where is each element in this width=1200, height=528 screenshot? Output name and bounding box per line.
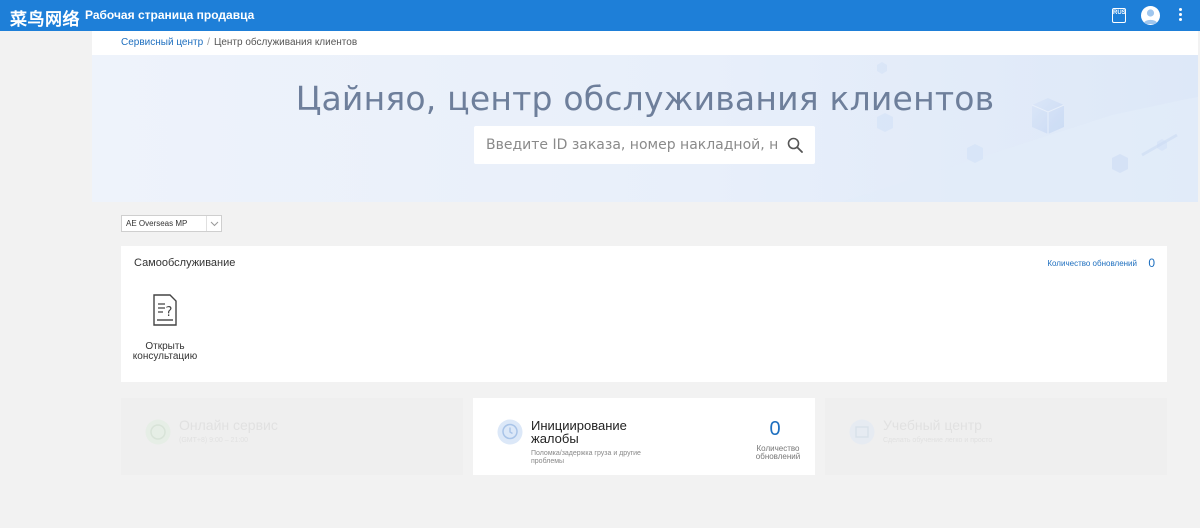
user-icon [1143, 9, 1158, 24]
decorative-cubes [842, 62, 1198, 202]
learning-center-card: Учебный центр Сделать обучение легко и п… [825, 398, 1167, 475]
user-avatar[interactable] [1141, 6, 1160, 25]
language-code: RUS [1113, 10, 1126, 16]
hero-title: Цайняо, центр обслуживания клиентов [295, 79, 995, 118]
complaint-subtitle: Поломка/задержка груза и другие проблемы [531, 450, 641, 465]
updates-count[interactable]: 0 [1148, 256, 1155, 270]
hero-banner: Цайняо, центр обслуживания клиентов [92, 55, 1198, 202]
search-box [474, 126, 815, 164]
business-type-select[interactable]: AE Overseas MP [121, 215, 222, 232]
online-service-icon [145, 419, 171, 445]
top-bar: 菜鸟网络 Рабочая страница продавца RUS [0, 0, 1200, 31]
complaint-updates-count[interactable]: 0 [763, 418, 787, 441]
language-switch-icon[interactable]: RUS [1112, 8, 1126, 23]
complaint-card[interactable]: Инициирование жалобы Поломка/задержка гр… [473, 398, 815, 475]
svg-text:?: ? [166, 305, 173, 320]
search-icon[interactable] [787, 137, 803, 153]
learning-center-title: Учебный центр [883, 417, 982, 433]
select-value: AE Overseas MP [126, 219, 188, 228]
breadcrumb: Сервисный центр / Центр обслуживания клиен… [92, 31, 1198, 55]
complaint-title: Инициирование жалобы [531, 418, 627, 446]
self-service-panel: Самообслуживание Количество обновлений 0… [121, 246, 1167, 382]
open-consultation-label: Открыть консультацию [132, 341, 198, 362]
online-service-hours: (GMT+8) 9:00 – 21:00 [179, 437, 249, 444]
online-service-card: Онлайн сервис (GMT+8) 9:00 – 21:00 [121, 398, 463, 475]
breadcrumb-current: Центр обслуживания клиентов [213, 37, 358, 48]
self-service-title: Самообслуживание [134, 257, 236, 269]
learning-center-icon [849, 419, 875, 445]
app-title: Рабочая страница продавца [85, 8, 255, 22]
updates-count-label: Количество обновлений [1047, 259, 1137, 268]
search-input[interactable] [474, 126, 779, 164]
online-service-title: Онлайн сервис [179, 417, 278, 433]
document-question-icon: ? [153, 294, 177, 326]
open-consultation-button[interactable]: ? Открыть консультацию [131, 293, 199, 362]
breadcrumb-service-center[interactable]: Сервисный центр [121, 37, 203, 48]
more-menu-icon[interactable] [1177, 8, 1183, 24]
learning-center-subtitle: Сделать обучение легко и просто [883, 437, 993, 444]
complaint-icon [497, 419, 523, 445]
cainiao-logo[interactable]: 菜鸟网络 [10, 5, 80, 30]
breadcrumb-separator: / [207, 37, 210, 48]
chevron-down-icon [206, 216, 221, 231]
complaint-updates-label: Количество обновлений [755, 444, 801, 461]
